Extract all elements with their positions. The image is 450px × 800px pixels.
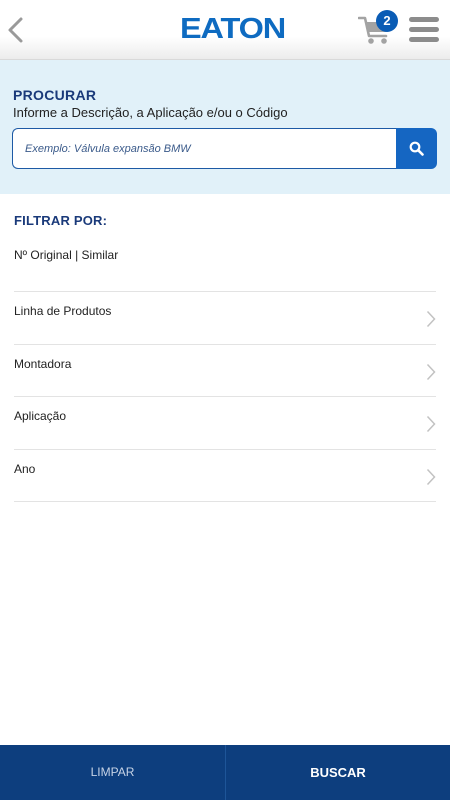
filter-title: FILTRAR POR: — [14, 213, 108, 228]
clear-button[interactable]: LIMPAR — [0, 745, 225, 800]
filter-row-label: Aplicação — [14, 409, 67, 423]
filter-row-linha-de-produtos[interactable]: Linha de Produtos — [14, 291, 436, 344]
filter-row-aplicacao[interactable]: Aplicação — [14, 396, 436, 449]
toggle-similar[interactable]: Similar — [82, 248, 119, 262]
filter-row-label: Linha de Produtos — [14, 304, 112, 318]
chevron-right-icon — [426, 415, 436, 433]
hamburger-menu-button[interactable] — [409, 17, 439, 43]
chevron-right-icon — [426, 468, 436, 486]
toggle-original[interactable]: Nº Original — [14, 248, 72, 262]
hamburger-menu-icon — [409, 17, 439, 42]
search-button[interactable] — [396, 128, 437, 169]
top-bar: EATON 2 — [0, 0, 450, 60]
search-icon — [409, 141, 424, 156]
search-title: PROCURAR — [13, 87, 97, 103]
back-button[interactable] — [4, 14, 28, 46]
search-submit-button[interactable]: BUSCAR — [226, 745, 450, 800]
chevron-right-icon — [426, 310, 436, 328]
search-subtitle: Informe a Descrição, a Aplicação e/ou o … — [13, 105, 288, 120]
toggle-separator: | — [71, 248, 82, 262]
bottom-action-bar: LIMPAR BUSCAR — [0, 745, 450, 800]
search-panel: PROCURAR Informe a Descrição, a Aplicaçã… — [0, 60, 450, 194]
chevron-right-icon — [426, 363, 436, 381]
search-input[interactable] — [12, 128, 397, 169]
filter-row-montadora[interactable]: Montadora — [14, 344, 436, 397]
cart-count-badge: 2 — [376, 10, 398, 32]
eaton-logo: EATON — [180, 13, 286, 45]
back-chevron-icon — [8, 17, 23, 43]
filter-row-label: Ano — [14, 462, 36, 476]
filter-row-label: Montadora — [14, 357, 72, 371]
list-divider — [14, 501, 436, 502]
original-similar-toggle: Nº Original | Similar — [14, 248, 118, 262]
filter-row-ano[interactable]: Ano — [14, 449, 436, 502]
